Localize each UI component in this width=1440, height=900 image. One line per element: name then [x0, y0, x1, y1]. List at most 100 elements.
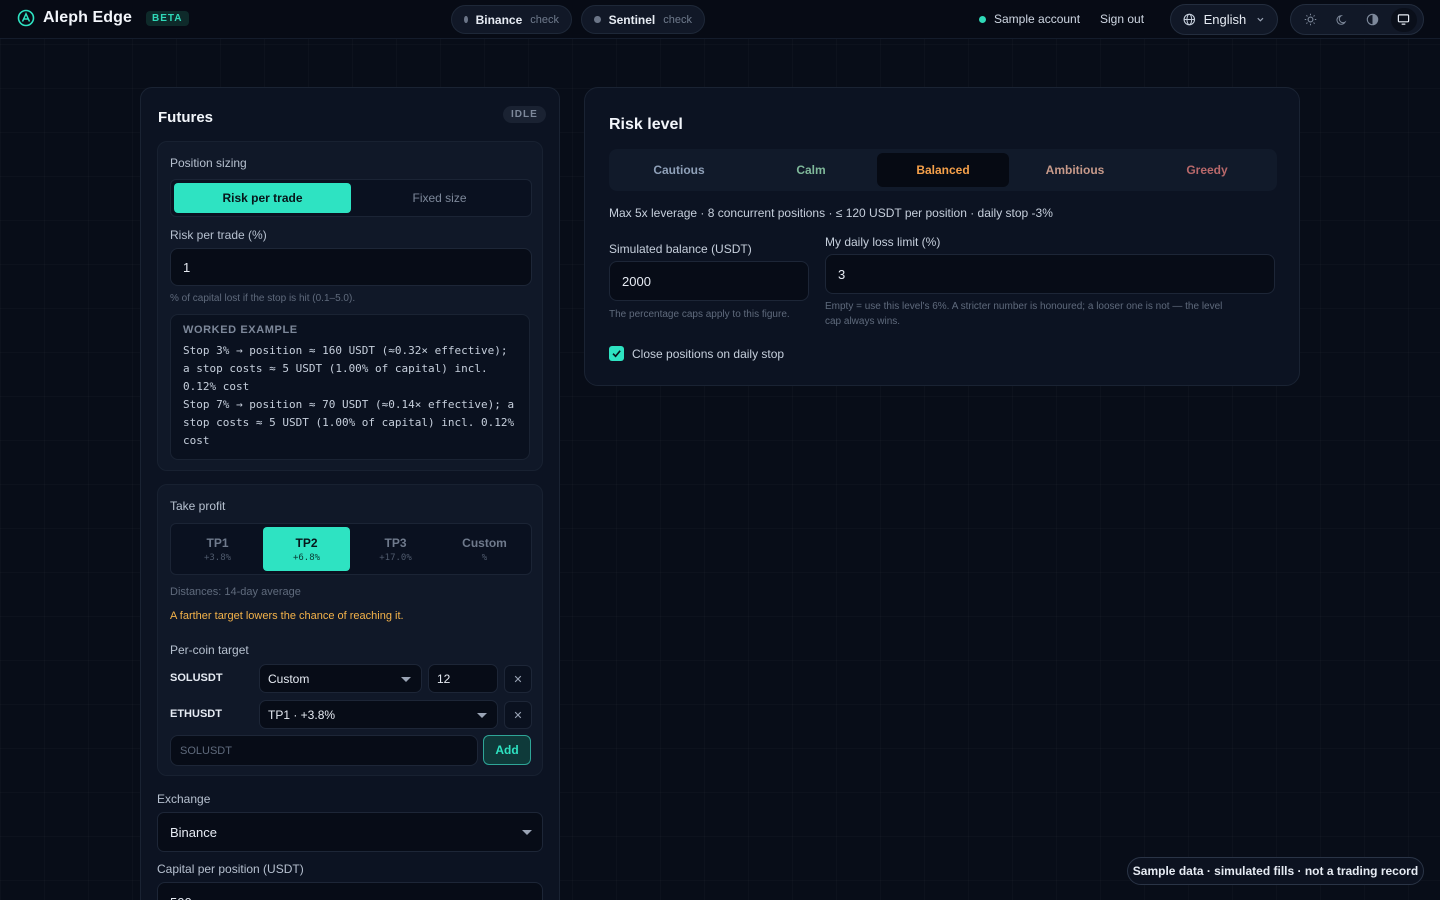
brand[interactable]: Aleph Edge BETA	[17, 9, 189, 27]
caret-down-icon	[401, 676, 411, 682]
status-dot-icon	[464, 16, 468, 23]
daily-loss-hint-cont: cap always wins.	[825, 316, 901, 327]
worked-line: cost	[183, 434, 210, 447]
theme-dark-button[interactable]	[1329, 8, 1355, 32]
theme-system-button[interactable]	[1390, 7, 1417, 32]
coin-custom-value-input[interactable]: 12	[428, 664, 498, 693]
worked-example: WORKED EXAMPLE Stop 3% → position ≈ 160 …	[170, 314, 530, 460]
fixed-size-option[interactable]: Fixed size	[351, 183, 528, 213]
exchange-label: Exchange	[157, 792, 211, 806]
worked-line: Stop 3% → position ≈ 160 USDT (≈0.32× ef…	[183, 344, 508, 357]
sample-data-toast: Sample data · simulated fills · not a tr…	[1127, 857, 1424, 885]
coin-symbol: SOLUSDT	[170, 672, 223, 684]
coin-symbol: ETHUSDT	[170, 708, 222, 720]
app-name: Aleph Edge	[43, 9, 133, 26]
add-coin-button[interactable]: Add	[483, 735, 531, 765]
daily-loss-input[interactable]: 3	[825, 254, 1275, 294]
account-label: Sample account	[994, 12, 1081, 26]
chevron-down-icon	[1257, 17, 1264, 22]
account-indicator[interactable]: Sample account	[979, 12, 1080, 26]
online-dot-icon	[979, 15, 986, 23]
coin-target-value: Custom	[268, 671, 310, 686]
risk-level-card: Risk level Cautious Calm Balanced Ambiti…	[584, 87, 1300, 386]
risk-per-trade-input[interactable]: 1	[170, 248, 532, 286]
worked-line: stop costs ≈ 5 USDT (1.00% of capital) i…	[183, 416, 515, 429]
tp-value: %	[481, 552, 488, 563]
balance-input[interactable]: 2000	[609, 261, 809, 301]
tp2-option[interactable]: TP2 +6.8%	[263, 527, 350, 571]
exchange-select[interactable]: Binance	[157, 812, 543, 852]
sun-icon	[1304, 13, 1317, 26]
sizing-mode-toggle: Risk per trade Fixed size	[170, 179, 532, 217]
theme-switcher	[1290, 4, 1424, 35]
theme-light-button[interactable]	[1298, 8, 1324, 32]
language-label: English	[1203, 12, 1247, 27]
sentinel-label: Sentinel	[608, 12, 656, 27]
monitor-icon	[1397, 14, 1410, 25]
binance-check: check	[530, 13, 559, 26]
remove-coin-button[interactable]: ✕	[504, 665, 532, 693]
take-profit-label: Take profit	[170, 499, 226, 513]
risk-level-title: Risk level	[609, 116, 683, 133]
binance-status-pill[interactable]: Binance check	[451, 5, 572, 34]
tp-label: Custom	[462, 535, 507, 550]
tp-custom-option[interactable]: Custom %	[441, 527, 528, 571]
sentinel-status-pill[interactable]: Sentinel check	[581, 5, 705, 34]
worked-line: a stop costs ≈ 5 USDT (1.00% of capital)…	[183, 362, 488, 375]
daily-loss-label: My daily loss limit (%)	[825, 235, 941, 249]
futures-title: Futures	[158, 109, 214, 126]
balance-label: Simulated balance (USDT)	[609, 242, 752, 256]
risk-level-option[interactable]: Balanced	[877, 153, 1009, 187]
remove-coin-button[interactable]: ✕	[504, 701, 532, 729]
coin-target-select[interactable]: Custom	[259, 664, 422, 693]
futures-card: Futures IDLE Position sizing Risk per tr…	[140, 87, 560, 900]
tp-value: +3.8%	[203, 552, 232, 563]
target-warning: A farther target lowers the chance of re…	[170, 610, 404, 622]
position-sizing-section: Position sizing Risk per trade Fixed siz…	[157, 141, 543, 471]
beta-badge: BETA	[146, 10, 189, 26]
moon-icon	[1335, 14, 1346, 25]
coin-target-value: TP1 · +3.8%	[268, 707, 336, 722]
per-coin-target-label: Per-coin target	[170, 643, 249, 657]
status-badge: IDLE	[503, 106, 546, 123]
sentinel-check: check	[663, 13, 692, 26]
exchange-value: Binance	[170, 824, 217, 840]
tp-label: TP2	[295, 535, 318, 550]
distances-hint: Distances: 14-day average	[170, 586, 301, 598]
risk-level-toggle: Cautious Calm Balanced Ambitious Greedy	[609, 149, 1277, 191]
risk-hint: % of capital lost if the stop is hit (0.…	[170, 293, 356, 304]
contrast-icon	[1366, 13, 1379, 26]
risk-level-option[interactable]: Calm	[745, 153, 877, 187]
close-on-stop-label[interactable]: Close positions on daily stop	[632, 347, 784, 361]
top-bar: Aleph Edge BETA Binance check Sentinel c…	[0, 0, 1440, 39]
balance-hint: The percentage caps apply to this figure…	[609, 309, 790, 320]
worked-example-title: WORKED EXAMPLE	[183, 324, 298, 336]
binance-label: Binance	[475, 12, 523, 27]
theme-contrast-button[interactable]	[1360, 8, 1386, 32]
coin-target-select[interactable]: TP1 · +3.8%	[259, 700, 498, 729]
close-icon: ✕	[513, 673, 523, 686]
risk-per-trade-option[interactable]: Risk per trade	[174, 183, 351, 213]
tp-value: +17.0%	[379, 552, 412, 563]
daily-loss-hint: Empty = use this level's 6%. A stricter …	[825, 301, 1223, 312]
risk-level-option[interactable]: Greedy	[1141, 153, 1273, 187]
status-dot-icon	[594, 16, 601, 23]
tp3-option[interactable]: TP3 +17.0%	[352, 527, 439, 571]
worked-line: Stop 7% → position ≈ 70 USDT (≈0.14× eff…	[183, 398, 515, 411]
caret-down-icon	[522, 830, 532, 835]
globe-icon	[1183, 13, 1196, 26]
add-coin-input[interactable]: SOLUSDT	[170, 735, 478, 766]
tp1-option[interactable]: TP1 +3.8%	[174, 527, 261, 571]
tp-value: +6.8%	[292, 552, 321, 563]
risk-level-option[interactable]: Ambitious	[1009, 153, 1141, 187]
take-profit-toggle: TP1 +3.8% TP2 +6.8% TP3 +17.0% Custom %	[170, 523, 532, 575]
capital-input[interactable]: 500	[157, 882, 543, 900]
close-icon: ✕	[513, 709, 523, 722]
risk-level-option[interactable]: Cautious	[613, 153, 745, 187]
tp-label: TP3	[384, 535, 407, 550]
sign-out-link[interactable]: Sign out	[1100, 12, 1144, 26]
tp-label: TP1	[206, 535, 229, 550]
close-on-stop-checkbox[interactable]	[609, 346, 624, 361]
language-select[interactable]: English	[1170, 4, 1278, 35]
aleph-logo-icon	[17, 9, 35, 27]
